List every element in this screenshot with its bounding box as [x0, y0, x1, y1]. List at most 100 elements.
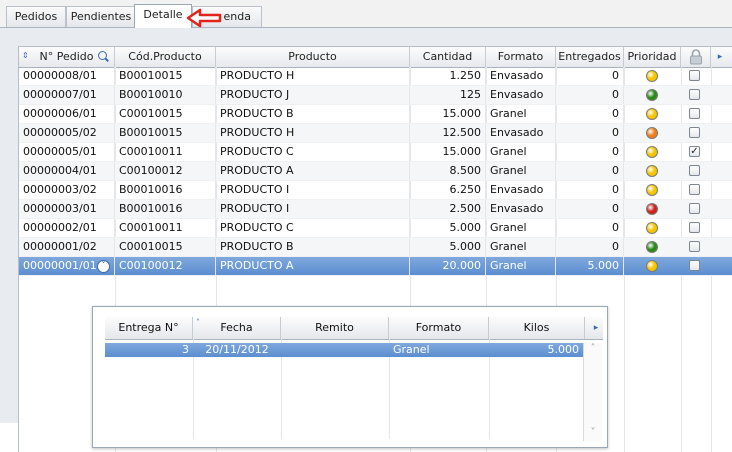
cell-cantidad: 15.000: [410, 143, 486, 161]
cell-entregados: 0: [556, 124, 624, 142]
cell-pedido: 00000005/02: [19, 124, 115, 142]
tab-pendientes-label: Pendientes: [70, 10, 132, 23]
subcolumn-header-fecha[interactable]: ˄ Fecha: [193, 317, 281, 339]
row-checkbox[interactable]: [689, 108, 700, 119]
subcolumn-header-remito[interactable]: Remito: [281, 317, 389, 339]
cell-producto: PRODUCTO J: [216, 86, 410, 104]
red-arrow-annotation-icon: [186, 8, 222, 28]
tab-pedidos[interactable]: Pedidos: [6, 6, 66, 28]
table-row[interactable]: 00000002/01 C00010011 PRODUCTO C 5.000 Grane…: [19, 219, 732, 238]
cell-cantidad: 15.000: [410, 105, 486, 123]
column-label-entregados: Entregados: [558, 50, 621, 63]
cell-cantidad: 5.000: [410, 238, 486, 256]
column-label-cantidad: Cantidad: [422, 50, 473, 63]
cell-pedido: 00000001/02: [19, 238, 115, 256]
column-header-prioridad[interactable]: Prioridad: [624, 47, 681, 67]
cell-formato: Granel: [486, 219, 556, 237]
cell-pedido: 00000006/01: [19, 105, 115, 123]
cell-producto: PRODUCTO C: [216, 143, 410, 161]
cell-formato: Granel: [486, 257, 556, 275]
cell-codigo: B00010015: [115, 67, 216, 85]
subgrid-vertical-scrollbar[interactable]: ˄ ˅: [583, 343, 602, 441]
cell-entregados: 0: [556, 86, 624, 104]
subgrid-row[interactable]: 3 20/11/2012 Granel 5.000: [105, 343, 583, 357]
table-row[interactable]: 00000004/01 C00100012 PRODUCTO A 8.500 Grane…: [19, 162, 732, 181]
cell-codigo: C00010011: [115, 143, 216, 161]
tab-pendientes[interactable]: Pendientes: [66, 6, 136, 28]
priority-green-icon: [646, 241, 658, 253]
row-checkbox[interactable]: [689, 184, 700, 195]
cell-codigo: C00010011: [115, 219, 216, 237]
column-label-prioridad: Prioridad: [627, 50, 677, 63]
cell-codigo: C00100012: [115, 257, 216, 275]
column-header-lock[interactable]: [681, 47, 711, 67]
cell-codigo: B00010016: [115, 181, 216, 199]
cell-cantidad: 2.500: [410, 200, 486, 218]
tab-pedidos-label: Pedidos: [14, 10, 58, 23]
orders-grid-header: ⇕ N° Pedido Cód.Producto Producto Cantid…: [19, 47, 732, 68]
column-label-producto: Producto: [288, 50, 337, 63]
table-row[interactable]: 00000005/01 C00010011 PRODUCTO C 15.000 Gran…: [19, 143, 732, 162]
column-header-cantidad[interactable]: Cantidad: [410, 47, 486, 67]
cell-entregados: 0: [556, 67, 624, 85]
row-checkbox[interactable]: ✓: [689, 146, 700, 157]
cell-cantidad: 5.000: [410, 219, 486, 237]
column-header-formato[interactable]: Formato: [486, 47, 556, 67]
row-checkbox[interactable]: [689, 203, 700, 214]
table-row[interactable]: 00000006/01 C00010015 PRODUCTO B 15.000 Gran…: [19, 105, 732, 124]
cell-producto: PRODUCTO A: [216, 257, 410, 275]
column-header-codigo[interactable]: Cód.Producto: [115, 47, 216, 67]
scroll-up-icon[interactable]: ˄: [586, 343, 600, 355]
tab-detalle[interactable]: Detalle: [134, 4, 192, 28]
cell-entregados: 0: [556, 238, 624, 256]
subcolumn-label-entrega: Entrega N°: [118, 321, 179, 334]
column-header-pedido[interactable]: ⇕ N° Pedido: [19, 47, 115, 67]
tab-detalle-label: Detalle: [143, 8, 183, 21]
cell-codigo: B00010010: [115, 86, 216, 104]
cell-producto: PRODUCTO B: [216, 238, 410, 256]
priority-orange-icon: [646, 127, 658, 139]
priority-yellow-icon: [646, 146, 658, 158]
cell-formato: Envasado: [486, 200, 556, 218]
row-checkbox[interactable]: [689, 222, 700, 233]
row-checkbox[interactable]: [689, 165, 700, 176]
table-row[interactable]: 00000005/02 B00010015 PRODUCTO H 12.500 Enva…: [19, 124, 732, 143]
row-checkbox[interactable]: [689, 260, 700, 271]
subcolumn-header-kilos[interactable]: Kilos: [489, 317, 585, 339]
expand-row-icon[interactable]: ˅: [97, 260, 110, 273]
cell-pedido: 00000003/02: [19, 181, 115, 199]
cell-cantidad: 12.500: [410, 124, 486, 142]
scroll-down-icon[interactable]: ˅: [586, 427, 600, 439]
cell-cantidad: 125: [410, 86, 486, 104]
row-checkbox[interactable]: [689, 89, 700, 100]
subcolumn-header-formato[interactable]: Formato: [389, 317, 489, 339]
row-checkbox[interactable]: [689, 241, 700, 252]
column-header-producto[interactable]: Producto: [216, 47, 410, 67]
table-row-selected[interactable]: 00000001/01 C00100012 PRODUCTO A 20.000 Gran…: [19, 257, 732, 276]
cell-cantidad: 1.250: [410, 67, 486, 85]
table-row[interactable]: 00000008/01 B00010015 PRODUCTO H 1.250 Envas…: [19, 67, 732, 86]
priority-red-icon: [646, 203, 658, 215]
table-row[interactable]: 00000003/01 B00010016 PRODUCTO I 2.500 Envas…: [19, 200, 732, 219]
search-icon[interactable]: [98, 51, 107, 60]
cell-entregados: 0: [556, 181, 624, 199]
cell-formato: Granel: [486, 143, 556, 161]
cell-formato: Envasado: [486, 181, 556, 199]
table-row[interactable]: 00000007/01 B00010010 PRODUCTO J 125 Envasad…: [19, 86, 732, 105]
column-header-entregados[interactable]: Entregados: [556, 47, 624, 67]
column-label-pedido: N° Pedido: [39, 50, 94, 63]
subgrid-cell-fecha: 20/11/2012: [205, 343, 269, 356]
cell-codigo: B00010015: [115, 124, 216, 142]
cell-producto: PRODUCTO B: [216, 105, 410, 123]
cell-entregados: 0: [556, 219, 624, 237]
row-checkbox[interactable]: [689, 127, 700, 138]
subcolumn-header-entrega[interactable]: Entrega N°: [105, 317, 193, 339]
subgrid-scroll-right-icon[interactable]: ▸: [589, 317, 603, 339]
cell-entregados: 0: [556, 200, 624, 218]
scroll-columns-right-icon[interactable]: ▸: [711, 48, 729, 66]
table-row[interactable]: 00000001/02 C00010015 PRODUCTO B 5.000 Grane…: [19, 238, 732, 257]
row-checkbox[interactable]: [689, 70, 700, 81]
table-row[interactable]: 00000003/02 B00010016 PRODUCTO I 6.250 Envas…: [19, 181, 732, 200]
cell-pedido: 00000008/01: [19, 67, 115, 85]
cell-entregados: 5.000: [556, 257, 624, 275]
